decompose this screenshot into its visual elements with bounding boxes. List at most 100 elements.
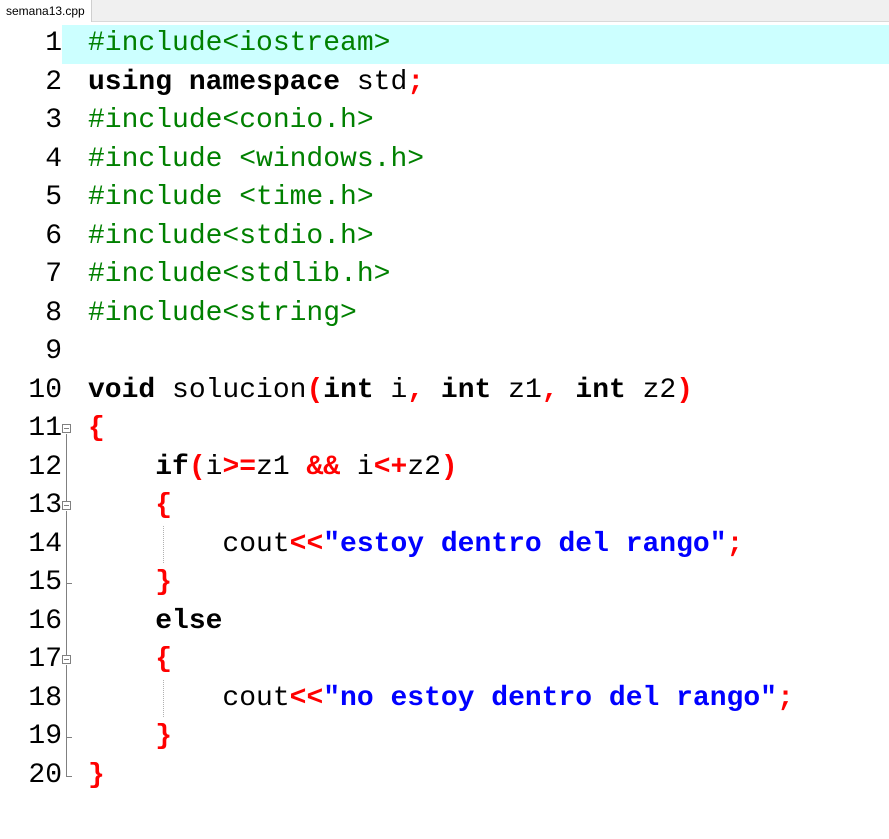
code-token: #include<string> <box>88 297 357 329</box>
code-editor-window: semana13.cpp 1 #include<iostream> 2 using n… <box>0 0 889 839</box>
line-code: #include<stdlib.h> <box>88 256 390 295</box>
line-number: 17 <box>0 641 62 680</box>
code-token: i <box>340 451 374 483</box>
code-line[interactable]: 17 { <box>0 641 889 680</box>
code-token: if <box>155 451 189 483</box>
code-token: { <box>88 413 105 444</box>
code-token: "estoy dentro del rango" <box>323 528 727 560</box>
code-line[interactable]: 11 { <box>0 410 889 449</box>
code-token: #include<stdlib.h> <box>88 259 391 290</box>
line-code: #include <time.h> <box>88 179 374 218</box>
code-token: void <box>88 374 156 406</box>
line-number: 16 <box>0 602 62 641</box>
indent-guide <box>163 679 164 718</box>
fold-minus-icon[interactable] <box>62 655 71 665</box>
code-token: cout <box>88 528 290 560</box>
code-token: i <box>373 374 408 406</box>
line-code: { <box>88 410 105 449</box>
line-number: 15 <box>0 564 62 603</box>
fold-end-tick <box>66 737 72 739</box>
code-token: z1 <box>491 374 542 406</box>
line-code: cout<<"no estoy dentro del rango"; <box>88 680 793 719</box>
code-token: { <box>155 644 173 675</box>
code-line[interactable]: 2 using namespace std; <box>0 63 889 103</box>
line-number: 8 <box>0 294 62 333</box>
line-code: } <box>88 564 172 603</box>
editor-area[interactable]: 1 #include<iostream> 2 using namespace std;… <box>0 22 889 839</box>
code-token: << <box>289 528 324 560</box>
code-line[interactable]: 3 #include<conio.h> <box>0 102 889 141</box>
line-number: 14 <box>0 525 62 564</box>
line-number: 13 <box>0 487 62 526</box>
code-token: ) <box>676 374 694 406</box>
code-token: #include<iostream> <box>88 28 391 59</box>
code-line[interactable]: 14 cout<<"estoy dentro del rango"; <box>0 525 889 564</box>
line-number: 5 <box>0 179 62 218</box>
code-token: z1 <box>256 451 307 483</box>
code-token: #include <windows.h> <box>88 143 425 175</box>
code-line[interactable]: 6 #include<stdio.h> <box>0 217 889 256</box>
code-line[interactable]: 15 } <box>0 564 889 603</box>
code-line[interactable]: 12 if(i>=z1 && i<+z2) <box>0 448 889 487</box>
line-number: 11 <box>0 410 62 449</box>
line-code: { <box>88 487 172 526</box>
line-code: using namespace std; <box>88 64 424 103</box>
code-token: >= <box>222 451 257 483</box>
code-line[interactable]: 19 } <box>0 718 889 757</box>
line-code: else <box>88 603 222 642</box>
code-token: , <box>541 374 559 406</box>
code-token: cout <box>88 682 290 714</box>
code-line[interactable]: 4 #include <windows.h> <box>0 140 889 179</box>
code-token: int <box>323 374 374 406</box>
code-token: using namespace <box>88 66 341 98</box>
fold-minus-icon[interactable] <box>62 424 71 434</box>
line-code: { <box>88 641 172 680</box>
code-line[interactable]: 1 #include<iostream> <box>0 25 889 64</box>
code-token: z2 <box>407 451 441 483</box>
code-line[interactable]: 8 #include<string> <box>0 294 889 333</box>
fold-end-tick <box>66 583 72 585</box>
line-number: 18 <box>0 679 62 718</box>
code-line[interactable]: 16 else <box>0 602 889 642</box>
code-token: ; <box>407 66 425 98</box>
code-token: << <box>289 682 324 714</box>
code-line[interactable]: 7 #include<stdlib.h> <box>0 256 889 295</box>
code-line[interactable]: 5 #include <time.h> <box>0 179 889 218</box>
code-token: ; <box>726 528 744 560</box>
line-number: 4 <box>0 140 62 179</box>
code-token: && <box>306 451 341 483</box>
line-number: 6 <box>0 217 62 256</box>
code-token: #include <time.h> <box>88 182 374 213</box>
code-token: std <box>340 66 408 98</box>
code-token: else <box>155 605 223 637</box>
code-line[interactable]: 20} <box>0 756 889 795</box>
code-line[interactable]: 13 { <box>0 487 889 526</box>
code-token: <+ <box>373 451 408 483</box>
fold-guide-line <box>66 434 67 502</box>
line-code: void solucion(int i, int z1, int z2) <box>88 372 693 411</box>
code-token: ( <box>188 451 206 483</box>
code-token: } <box>155 567 173 598</box>
line-number: 7 <box>0 256 62 295</box>
code-token: ) <box>440 451 458 483</box>
indent-guide <box>163 525 164 564</box>
tab-semana13[interactable]: semana13.cpp <box>0 0 92 22</box>
code-line[interactable]: 10 void solucion(int i, int z1, int z2) <box>0 371 889 411</box>
code-token: #include<conio.h> <box>88 105 374 136</box>
line-number: 9 <box>0 333 62 372</box>
code-token: int <box>440 374 492 406</box>
line-code: } <box>88 718 172 757</box>
code-line[interactable]: 9 <box>0 333 889 372</box>
tab-bar: semana13.cpp <box>0 0 889 22</box>
fold-minus-icon[interactable] <box>62 501 71 511</box>
line-code: #include<conio.h> <box>88 102 374 141</box>
code-line[interactable]: 18 cout<<"no estoy dentro del rango"; <box>0 679 889 719</box>
line-number: 10 <box>0 371 62 410</box>
code-token: i <box>205 451 223 483</box>
code-token: ( <box>306 374 324 406</box>
